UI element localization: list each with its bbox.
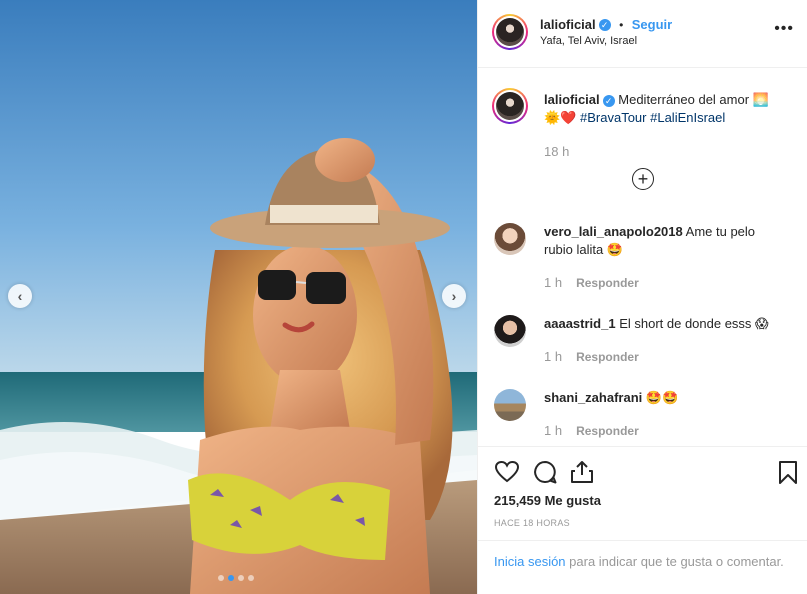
post-actions: 215,459 Me gusta HACE 18 HORAS Inicia se… — [478, 446, 807, 594]
instagram-post: ‹ › lalioficial ✓ • Seguir Yafa, Tel Aviv… — [0, 0, 807, 594]
header-separator: • — [619, 18, 624, 32]
comment-meta: 1 h Responder — [544, 349, 639, 364]
sunset-emoji-icon: 🌅 — [752, 92, 769, 107]
carousel-next-button[interactable]: › — [442, 284, 466, 308]
commenter-avatar[interactable] — [494, 223, 526, 255]
caption-emojis: 🌞❤️ — [544, 110, 577, 125]
post-photo[interactable]: ‹ › — [0, 0, 477, 594]
comment-time: 1 h — [544, 275, 563, 290]
comment-username[interactable]: shani_zahafrani — [544, 390, 642, 405]
caption-text: Mediterráneo del amor — [618, 92, 750, 107]
comment-meta: 1 h Responder — [544, 423, 639, 438]
post-time-ago: HACE 18 HORAS — [494, 518, 570, 528]
comment-meta: 1 h Responder — [544, 275, 639, 290]
comment-username[interactable]: vero_lali_anapolo2018 — [544, 224, 683, 239]
comments-section[interactable]: lalioficial ✓ Mediterráneo del amor 🌅 🌞❤️… — [478, 68, 807, 446]
carousel-indicator — [218, 575, 254, 581]
comment-username[interactable]: aaaastrid_1 — [544, 316, 616, 331]
author-username[interactable]: lalioficial — [540, 17, 596, 32]
beach-photo — [0, 0, 477, 594]
caption-username[interactable]: lalioficial — [544, 92, 600, 107]
comment-text: El short de donde esss 😱 — [619, 316, 769, 331]
comment: vero_lali_anapolo2018 Ame tu pelo rubio … — [544, 223, 784, 259]
heart-icon[interactable] — [494, 459, 520, 485]
caption-author-avatar[interactable] — [492, 88, 528, 124]
more-options-icon[interactable]: ••• — [774, 20, 794, 38]
comment-time: 1 h — [544, 423, 563, 438]
bookmark-icon[interactable] — [775, 459, 801, 485]
commenter-avatar[interactable] — [494, 389, 526, 421]
verified-badge-icon: ✓ — [602, 94, 615, 107]
reply-button[interactable]: Responder — [576, 350, 639, 364]
caption: lalioficial ✓ Mediterráneo del amor 🌅 🌞❤️… — [544, 91, 784, 127]
comment-icon[interactable] — [532, 459, 558, 485]
comment-text: 🤩🤩 — [645, 390, 679, 405]
hashtag-bravatour[interactable]: #BravaTour — [580, 110, 646, 125]
comment: shani_zahafrani 🤩🤩 — [544, 389, 784, 407]
plus-circle-icon[interactable]: + — [632, 168, 654, 190]
carousel-dot — [248, 575, 254, 581]
reply-button[interactable]: Responder — [576, 276, 639, 290]
carousel-dot-active — [228, 575, 234, 581]
chevron-right-icon: › — [451, 288, 457, 304]
follow-button[interactable]: Seguir — [632, 17, 672, 32]
verified-badge-icon: ✓ — [598, 18, 611, 31]
hashtag-lalienisrael[interactable]: #LaliEnIsrael — [650, 110, 725, 125]
login-prompt: Inicia sesión para indicar que te gusta … — [478, 540, 807, 571]
carousel-dot — [238, 575, 244, 581]
login-link[interactable]: Inicia sesión — [494, 554, 566, 569]
post-header: lalioficial ✓ • Seguir Yafa, Tel Aviv, Is… — [478, 0, 807, 68]
carousel-dot — [218, 575, 224, 581]
caption-time: 18 h — [544, 144, 570, 159]
reply-button[interactable]: Responder — [576, 424, 639, 438]
share-icon[interactable] — [569, 459, 595, 485]
author-avatar[interactable] — [492, 14, 528, 50]
comment-time: 1 h — [544, 349, 563, 364]
post-side-panel: lalioficial ✓ • Seguir Yafa, Tel Aviv, Is… — [477, 0, 807, 594]
post-location[interactable]: Yafa, Tel Aviv, Israel — [540, 35, 637, 47]
likes-count[interactable]: 215,459 Me gusta — [494, 493, 601, 508]
login-prompt-text: para indicar que te gusta o comentar. — [565, 554, 784, 569]
carousel-prev-button[interactable]: ‹ — [8, 284, 32, 308]
comment: aaaastrid_1 El short de donde esss 😱 — [544, 315, 784, 333]
commenter-avatar[interactable] — [494, 315, 526, 347]
chevron-left-icon: ‹ — [17, 288, 23, 304]
